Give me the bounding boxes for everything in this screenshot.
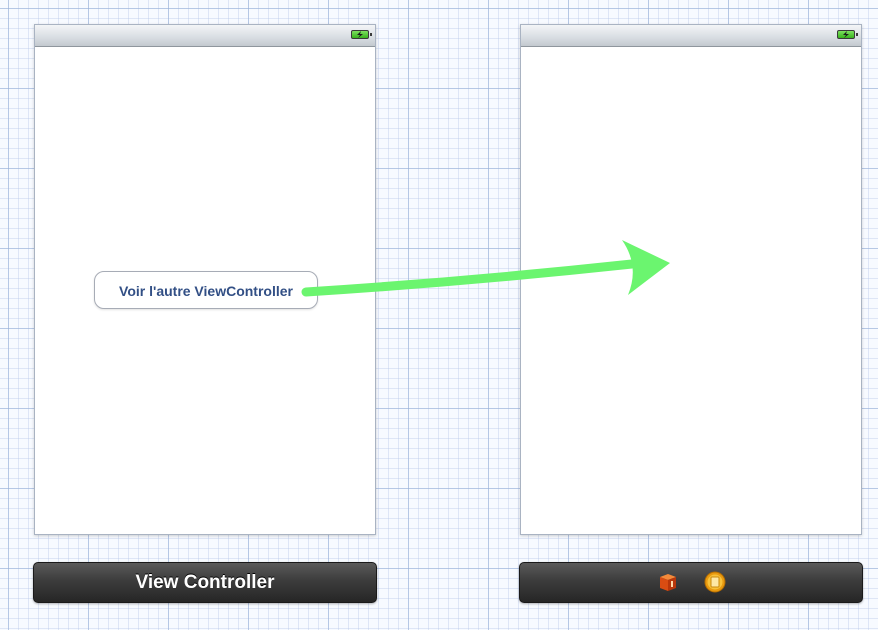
scene-dock-right[interactable] <box>519 562 863 603</box>
first-view-controller-scene[interactable]: Voir l'autre ViewController <box>34 24 376 535</box>
battery-charging-icon <box>351 30 372 39</box>
status-bar <box>521 25 861 47</box>
status-bar <box>35 25 375 47</box>
voir-autre-viewcontroller-button[interactable]: Voir l'autre ViewController <box>94 271 318 309</box>
scene-dock-title: View Controller <box>135 572 275 593</box>
second-view-controller-scene[interactable] <box>520 24 862 535</box>
view-controller-cube-icon[interactable] <box>657 571 679 593</box>
battery-charging-icon <box>837 30 858 39</box>
scene-dock-left[interactable]: View Controller <box>33 562 377 603</box>
first-responder-icon[interactable] <box>704 571 726 593</box>
